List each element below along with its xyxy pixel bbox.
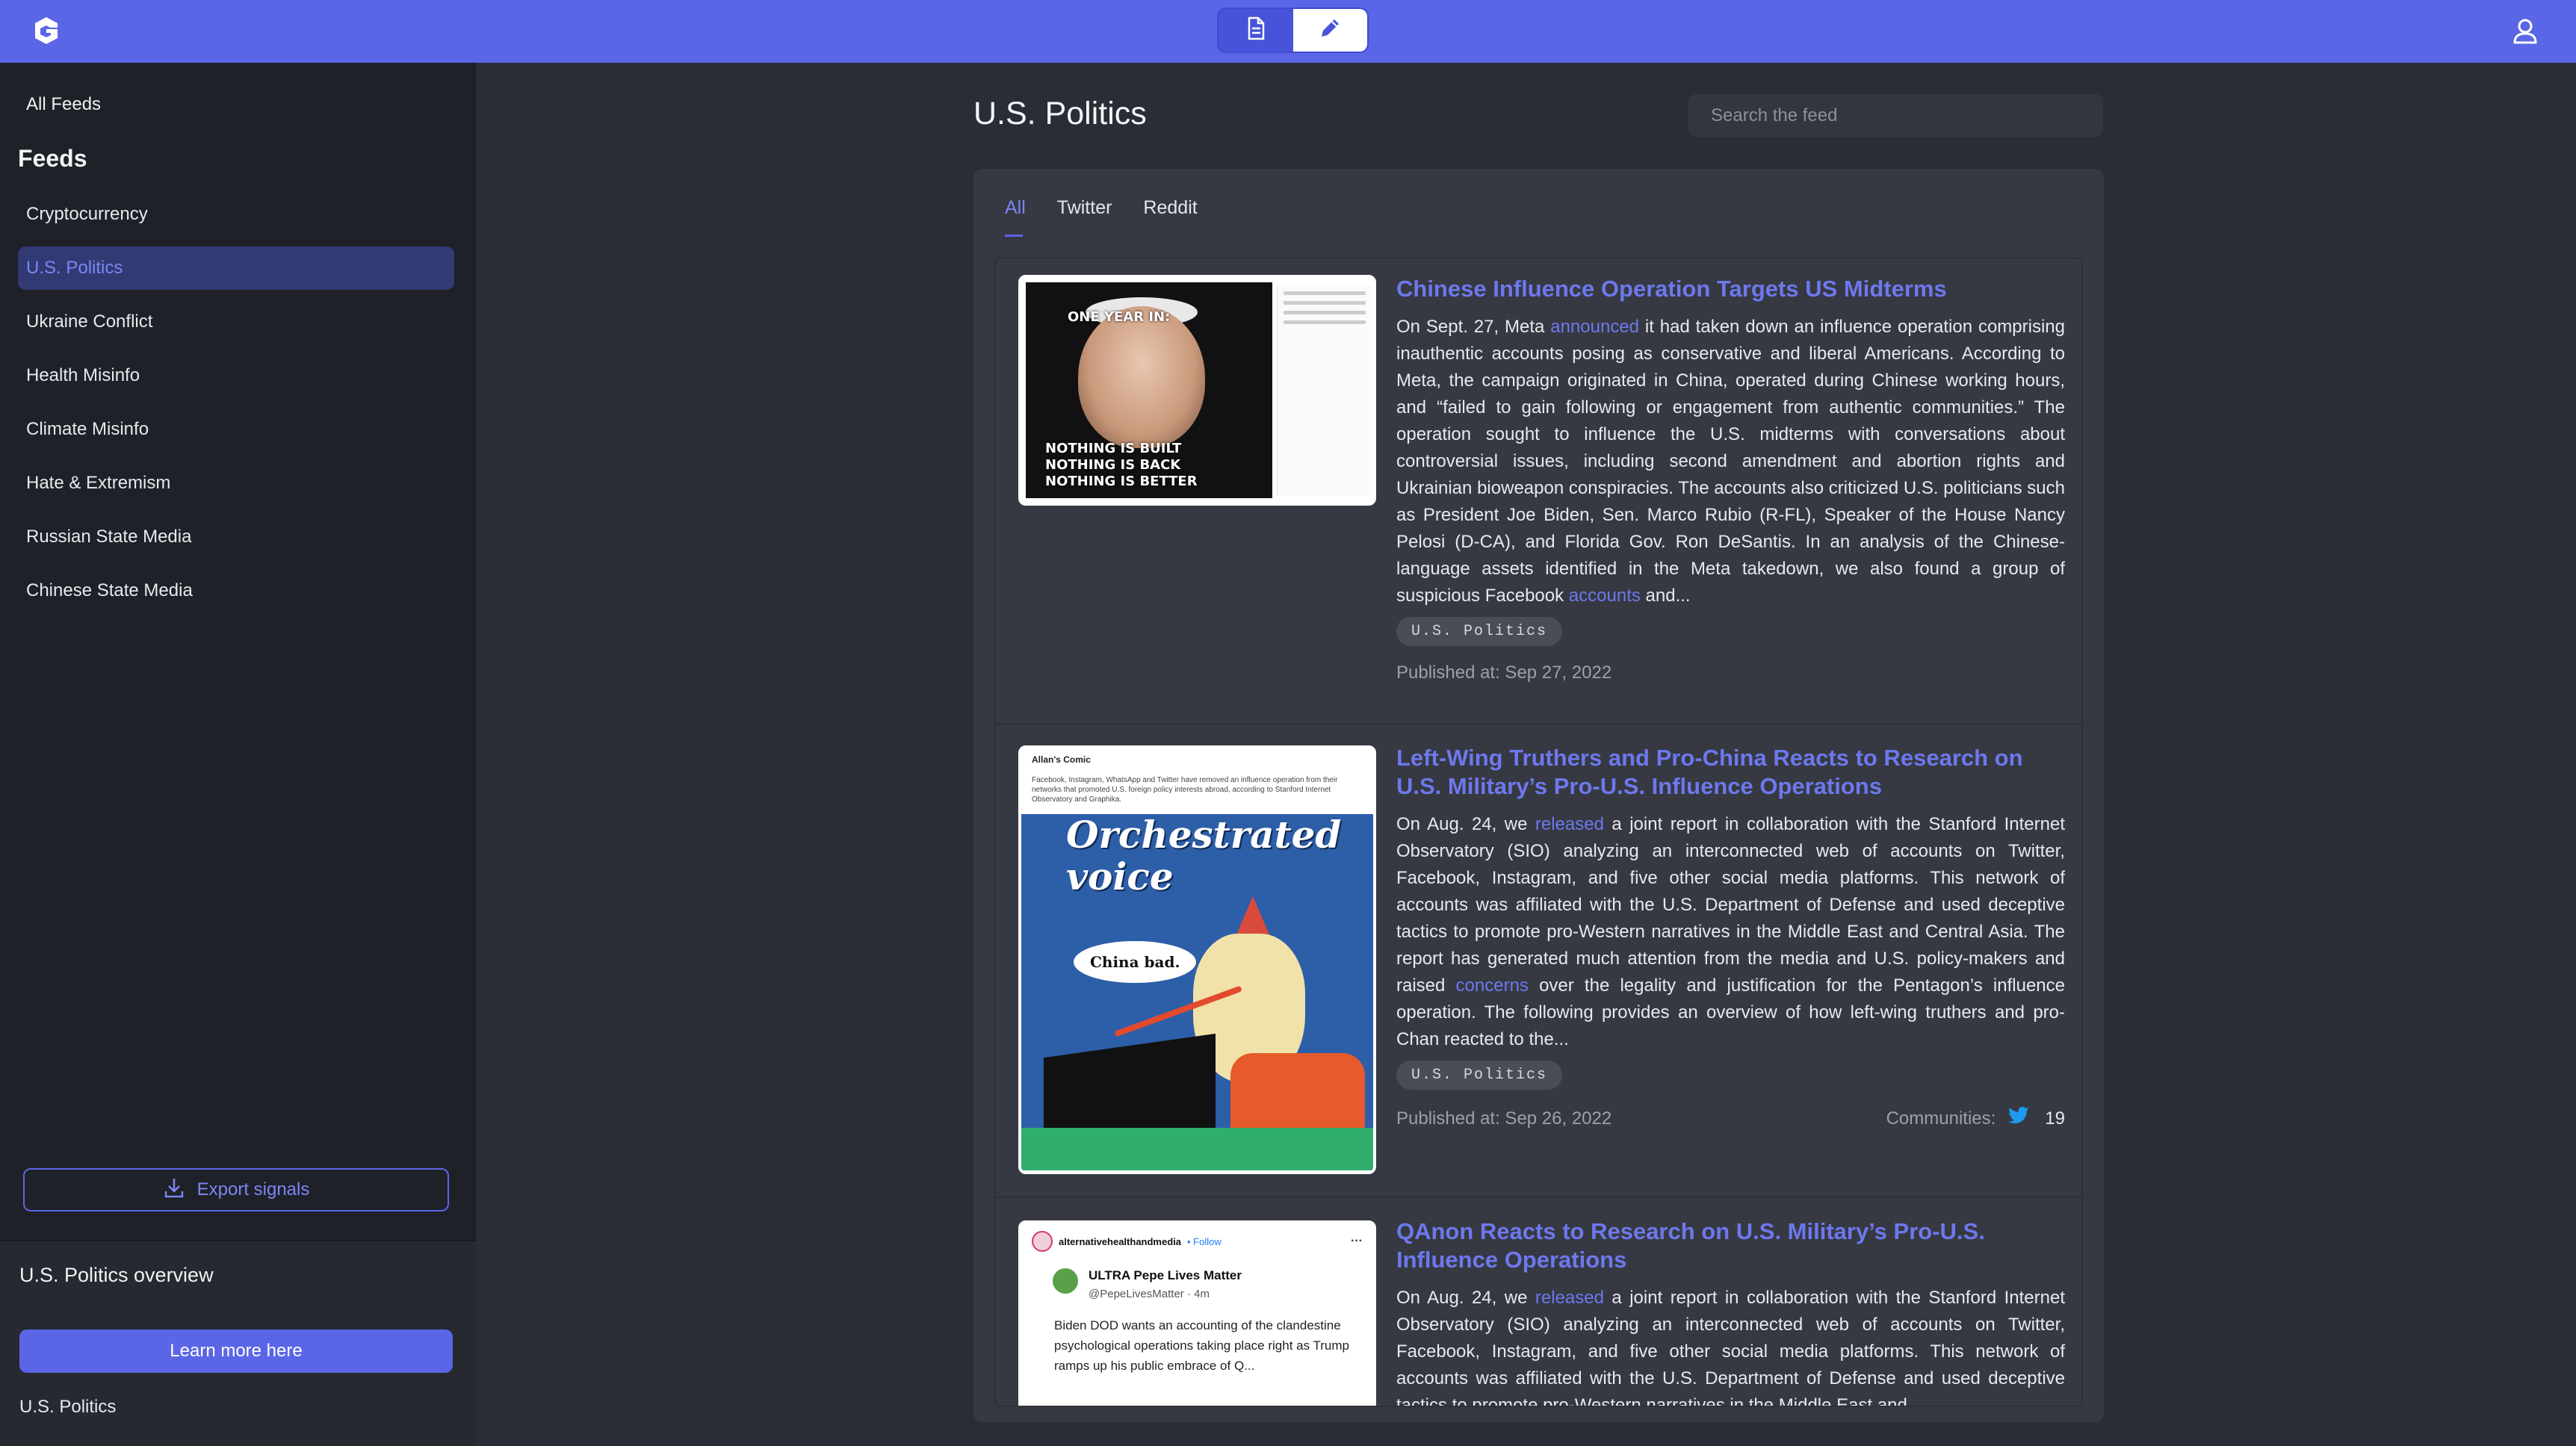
meme-side-panel xyxy=(1277,285,1372,496)
export-signals-button[interactable]: Export signals xyxy=(23,1168,449,1211)
tab-all[interactable]: All xyxy=(1005,197,1026,237)
meme-caption-line: NOTHING IS BUILT xyxy=(1045,441,1182,456)
document-icon xyxy=(1245,16,1267,45)
learn-more-button[interactable]: Learn more here xyxy=(19,1329,453,1373)
sidebar-item-us-politics[interactable]: U.S. Politics xyxy=(18,246,454,290)
tweet-header: alternativehealthandmedia • Follow ··· xyxy=(1032,1231,1363,1252)
search-input[interactable] xyxy=(1688,94,2103,137)
card-summary: On Sept. 27, Meta announced it had taken… xyxy=(1396,317,2065,606)
communities-label: Communities: xyxy=(1886,1108,1996,1129)
g-logo-icon[interactable] xyxy=(30,14,63,47)
card-body: QAnon Reacts to Research on U.S. Militar… xyxy=(1396,1217,2065,1407)
card-title[interactable]: Chinese Influence Operation Targets US M… xyxy=(1396,275,2065,303)
meme-image: ONE YEAR IN: NOTHING IS BUILT NOTHING IS… xyxy=(1021,278,1373,503)
overview-panel: U.S. Politics overview Learn more here U… xyxy=(0,1240,476,1446)
view-toggle xyxy=(1217,7,1369,53)
card-image[interactable]: alternativehealthandmedia • Follow ··· U… xyxy=(1018,1220,1376,1406)
placeholder-line xyxy=(1284,291,1366,295)
sidebar-item-ukraine-conflict[interactable]: Ukraine Conflict xyxy=(18,300,454,344)
sidebar: All Feeds Feeds Cryptocurrency U.S. Poli… xyxy=(0,63,476,1446)
card-image[interactable]: Allan's Comic Facebook, Instagram, Whats… xyxy=(1018,745,1376,1174)
card-body: Left-Wing Truthers and Pro-China Reacts … xyxy=(1396,744,2065,1131)
feeds-heading: Feeds xyxy=(18,145,87,172)
card-image[interactable]: ONE YEAR IN: NOTHING IS BUILT NOTHING IS… xyxy=(1018,275,1376,506)
tab-twitter[interactable]: Twitter xyxy=(1057,197,1112,237)
tweet-display-name: ULTRA Pepe Lives Matter xyxy=(1089,1268,1242,1282)
feed-panel: All Twitter Reddit ONE YEAR IN: NOTHING … xyxy=(973,169,2104,1422)
card-summary: On Aug. 24, we released a joint report i… xyxy=(1396,1288,2065,1407)
announced-link[interactable]: announced xyxy=(1550,317,1639,337)
sidebar-item-climate-misinfo[interactable]: Climate Misinfo xyxy=(18,408,454,451)
overview-footer-text: U.S. Politics xyxy=(19,1397,117,1417)
tweet-screenshot: alternativehealthandmedia • Follow ··· U… xyxy=(1021,1223,1373,1406)
overview-title: U.S. Politics overview xyxy=(19,1264,214,1286)
topic-tag[interactable]: U.S. Politics xyxy=(1396,617,1563,646)
communities: Communities: 19 xyxy=(1886,1106,2065,1131)
meme-caption-line: NOTHING IS BACK xyxy=(1045,457,1181,473)
speech-bubble: China bad. xyxy=(1074,941,1197,983)
edit-view-button[interactable] xyxy=(1292,9,1367,52)
all-feeds-link[interactable]: All Feeds xyxy=(26,94,101,115)
released-link[interactable]: released xyxy=(1535,814,1604,834)
released-link[interactable]: released xyxy=(1535,1288,1604,1308)
source-tabs: All Twitter Reddit xyxy=(1005,197,1198,237)
card-title[interactable]: QAnon Reacts to Research on U.S. Militar… xyxy=(1396,1217,2065,1274)
tweet-follow: • Follow xyxy=(1187,1235,1222,1247)
meme-face xyxy=(1078,306,1205,448)
tab-reddit[interactable]: Reddit xyxy=(1143,197,1197,237)
feed-card: Allan's Comic Facebook, Instagram, Whats… xyxy=(996,724,2081,1198)
card-title[interactable]: Left-Wing Truthers and Pro-China Reacts … xyxy=(1396,744,2065,801)
card-body: Chinese Influence Operation Targets US M… xyxy=(1396,275,2065,683)
communities-count: 19 xyxy=(2045,1108,2065,1129)
pencil-icon xyxy=(1317,16,1343,45)
feed-card: ONE YEAR IN: NOTHING IS BUILT NOTHING IS… xyxy=(996,258,2081,724)
avatar xyxy=(1053,1268,1078,1294)
twitter-bird-icon xyxy=(2007,1106,2030,1131)
accounts-link[interactable]: accounts xyxy=(1569,586,1641,606)
tweet-body: Biden DOD wants an accounting of the cla… xyxy=(1054,1318,1349,1373)
sidebar-item-cryptocurrency[interactable]: Cryptocurrency xyxy=(18,193,454,236)
feed-card: alternativehealthandmedia • Follow ··· U… xyxy=(996,1198,2081,1407)
document-view-button[interactable] xyxy=(1219,9,1293,52)
card-summary: On Aug. 24, we released a joint report i… xyxy=(1396,814,2065,1049)
more-icon: ··· xyxy=(1351,1235,1363,1247)
user-icon[interactable] xyxy=(2509,15,2542,48)
comic-account-name: Allan's Comic xyxy=(1032,754,1091,765)
meme-background: ONE YEAR IN: NOTHING IS BUILT NOTHING IS… xyxy=(1026,282,1272,498)
card-meta: Published at: Sep 26, 2022 Communities: … xyxy=(1396,1106,2065,1131)
meme-top-caption: ONE YEAR IN: xyxy=(1068,309,1171,325)
tweet-handle: @PepeLivesMatter · 4m xyxy=(1089,1288,1210,1300)
placeholder-line xyxy=(1284,311,1366,314)
comic-headline: Orchestrated voice xyxy=(1066,814,1342,899)
comic-post-header: Allan's Comic Facebook, Instagram, Whats… xyxy=(1021,748,1373,814)
topic-tag[interactable]: U.S. Politics xyxy=(1396,1061,1563,1090)
top-bar xyxy=(0,0,2576,63)
tweet-account: alternativehealthandmedia xyxy=(1059,1235,1181,1247)
download-icon xyxy=(163,1176,185,1204)
comic-image: Allan's Comic Facebook, Instagram, Whats… xyxy=(1021,748,1373,1170)
tweet-user: ULTRA Pepe Lives Matter @PepeLivesMatter… xyxy=(1053,1268,1363,1300)
avatar xyxy=(1032,1231,1053,1252)
sidebar-item-chinese-state-media[interactable]: Chinese State Media xyxy=(18,569,454,612)
comic-artwork: Orchestrated voice China bad. xyxy=(1021,814,1373,1170)
placeholder-line xyxy=(1284,320,1366,324)
meme-bottom-caption: NOTHING IS BUILT NOTHING IS BACK NOTHING… xyxy=(1045,441,1198,490)
published-date: Published at: Sep 26, 2022 xyxy=(1396,1108,1612,1129)
page-title: U.S. Politics xyxy=(973,96,1147,131)
sidebar-item-russian-state-media[interactable]: Russian State Media xyxy=(18,515,454,559)
feed-list-scroll[interactable]: ONE YEAR IN: NOTHING IS BUILT NOTHING IS… xyxy=(994,257,2083,1407)
meme-caption-line: NOTHING IS BETTER xyxy=(1045,474,1198,489)
published-date: Published at: Sep 27, 2022 xyxy=(1396,663,1612,683)
card-meta: Published at: Sep 27, 2022 xyxy=(1396,663,2065,683)
desk xyxy=(1021,1128,1373,1170)
feed-list: Cryptocurrency U.S. Politics Ukraine Con… xyxy=(18,193,454,623)
sidebar-item-hate-extremism[interactable]: Hate & Extremism xyxy=(18,462,454,505)
placeholder-line xyxy=(1284,301,1366,305)
sidebar-item-health-misinfo[interactable]: Health Misinfo xyxy=(18,354,454,397)
concerns-link[interactable]: concerns xyxy=(1456,975,1529,996)
comic-post-text: Facebook, Instagram, WhatsApp and Twitte… xyxy=(1032,776,1338,804)
export-signals-label: Export signals xyxy=(196,1179,310,1200)
